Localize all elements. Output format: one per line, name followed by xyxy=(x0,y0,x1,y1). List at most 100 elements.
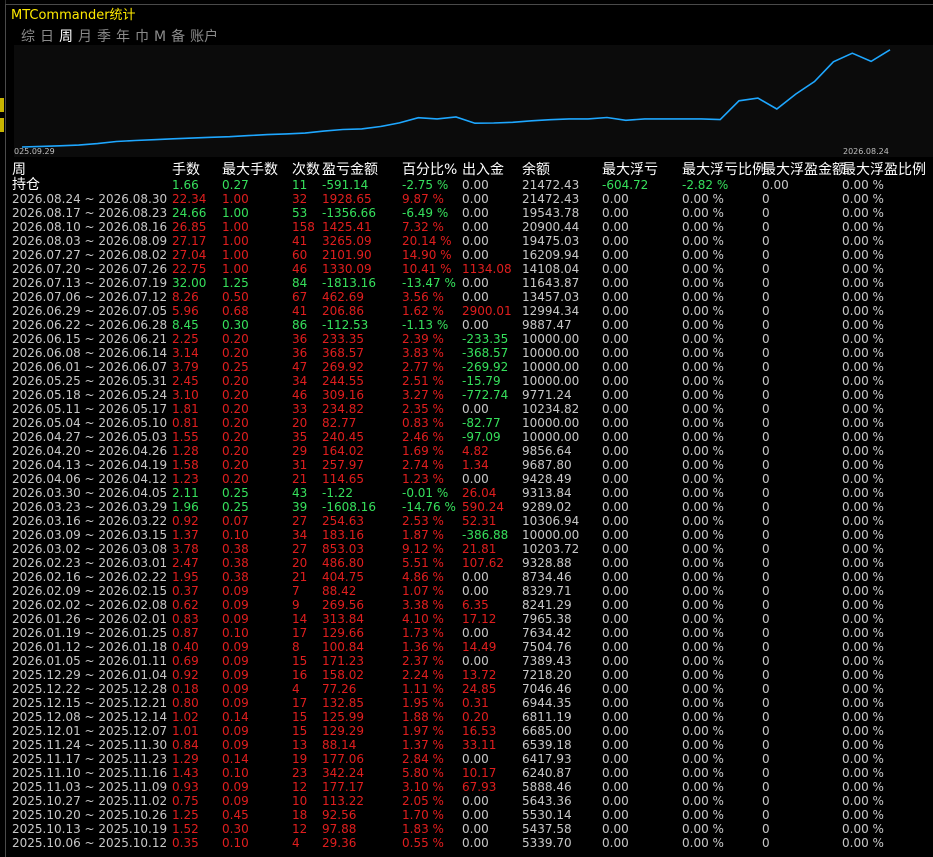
table-row[interactable]: 2026.03.02 ~ 2026.03.08 3.78 0.38 27 853.03 9… xyxy=(6,542,933,556)
table-row[interactable]: 2026.07.27 ~ 2026.08.02 27.04 1.00 60 2101.9… xyxy=(6,248,933,262)
max-float-loss-pct-cell: 0.00 % xyxy=(682,752,724,766)
max-float-profit-cell: 0 xyxy=(762,416,770,430)
table-row[interactable]: 2026.05.25 ~ 2026.05.31 2.45 0.20 34 244.55 2… xyxy=(6,374,933,388)
table-row[interactable]: 2026.02.09 ~ 2026.02.15 0.37 0.09 7 88.42 1.0… xyxy=(6,584,933,598)
table-row[interactable]: 2026.06.08 ~ 2026.06.14 3.14 0.20 36 368.57 3… xyxy=(6,346,933,360)
table-row[interactable]: 2026.06.22 ~ 2026.06.28 8.45 0.30 86 -112.53… xyxy=(6,318,933,332)
tab-2[interactable]: 周 xyxy=(59,27,73,47)
count-cell: 21 xyxy=(292,570,308,584)
max-lots-cell: 0.25 xyxy=(222,486,249,500)
table-row[interactable]: 2026.05.04 ~ 2026.05.10 0.81 0.20 20 82.77 0.… xyxy=(6,416,933,430)
lots-cell: 8.26 xyxy=(172,290,199,304)
table-row[interactable]: 2026.03.23 ~ 2026.03.29 1.96 0.25 39 -1608.1… xyxy=(6,500,933,514)
table-row[interactable]: 2026.04.20 ~ 2026.04.26 1.28 0.20 29 164.02 1… xyxy=(6,444,933,458)
table-row[interactable]: 2026.02.02 ~ 2026.02.08 0.62 0.09 9 269.56 3.… xyxy=(6,598,933,612)
tab-9[interactable]: 账户 xyxy=(190,27,218,47)
table-row[interactable]: 2026.05.18 ~ 2026.05.24 3.10 0.20 46 309.16 3… xyxy=(6,388,933,402)
table-row[interactable]: 2026.07.06 ~ 2026.07.12 8.26 0.50 67 462.69 3… xyxy=(6,290,933,304)
pct-cell: 1.70 % xyxy=(402,808,444,822)
table-row[interactable]: 2026.01.26 ~ 2026.02.01 0.83 0.09 14 313.84 4… xyxy=(6,612,933,626)
max-float-loss-pct-cell: 0.00 % xyxy=(682,682,724,696)
max-float-profit-pct-cell: 0.00 % xyxy=(842,738,884,752)
table-row[interactable]: 2025.10.06 ~ 2025.10.12 0.35 0.10 4 29.36 0.5… xyxy=(6,836,933,850)
flow-cell: 13.72 xyxy=(462,668,497,682)
table-row[interactable]: 2026.01.19 ~ 2026.01.25 0.87 0.10 17 129.66 1… xyxy=(6,626,933,640)
table-row[interactable]: 2026.02.16 ~ 2026.02.22 1.95 0.38 21 404.75 4… xyxy=(6,570,933,584)
table-row[interactable]: 2026.04.06 ~ 2026.04.12 1.23 0.20 21 114.65 1… xyxy=(6,472,933,486)
balance-cell: 7634.42 xyxy=(522,626,572,640)
max-float-profit-cell: 0 xyxy=(762,220,770,234)
flow-cell: -269.92 xyxy=(462,360,509,374)
table-row[interactable]: 2026.03.09 ~ 2026.03.15 1.37 0.10 34 183.16 1… xyxy=(6,528,933,542)
pnl-cell: -1608.16 xyxy=(322,500,376,514)
max-float-profit-pct-cell: 0.00 % xyxy=(842,290,884,304)
table-row[interactable]: 2026.04.13 ~ 2026.04.19 1.58 0.20 31 257.97 2… xyxy=(6,458,933,472)
flow-cell: 1134.08 xyxy=(462,262,512,276)
max-float-loss-cell: 0.00 xyxy=(602,752,629,766)
table-row[interactable]: 2026.01.05 ~ 2026.01.11 0.69 0.09 15 171.23 2… xyxy=(6,654,933,668)
table-row[interactable]: 2025.11.17 ~ 2025.11.23 1.29 0.14 19 177.06 2… xyxy=(6,752,933,766)
lots-cell: 24.66 xyxy=(172,206,207,220)
table-row[interactable]: 2026.08.17 ~ 2026.08.23 24.66 1.00 53 -1356.… xyxy=(6,206,933,220)
flow-cell: 0.00 xyxy=(462,822,489,836)
tab-6[interactable]: 巾 xyxy=(135,27,149,47)
tab-5[interactable]: 年 xyxy=(116,27,130,47)
pnl-cell: 113.22 xyxy=(322,794,364,808)
tab-7[interactable]: M xyxy=(154,27,166,47)
pct-cell: 4.10 % xyxy=(402,612,444,626)
tab-3[interactable]: 月 xyxy=(78,27,92,47)
count-cell: 12 xyxy=(292,780,308,794)
lots-cell: 1.58 xyxy=(172,458,199,472)
tab-0[interactable]: 综 xyxy=(21,27,35,47)
tab-1[interactable]: 日 xyxy=(40,27,54,47)
table-row[interactable]: 2026.03.16 ~ 2026.03.22 0.92 0.07 27 254.63 2… xyxy=(6,514,933,528)
max-float-loss-pct-cell: 0.00 % xyxy=(682,458,724,472)
table-row[interactable]: 2025.11.03 ~ 2025.11.09 0.93 0.09 12 177.17 3… xyxy=(6,780,933,794)
table-row[interactable]: 2025.12.15 ~ 2025.12.21 0.80 0.09 17 132.85 1… xyxy=(6,696,933,710)
pnl-cell: 486.80 xyxy=(322,556,364,570)
table-row[interactable]: 2025.10.27 ~ 2025.11.02 0.75 0.09 10 113.22 2… xyxy=(6,794,933,808)
table-row[interactable]: 2026.04.27 ~ 2026.05.03 1.55 0.20 35 240.45 2… xyxy=(6,430,933,444)
max-float-loss-cell: 0.00 xyxy=(602,304,629,318)
table-row[interactable]: 2026.06.29 ~ 2026.07.05 5.96 0.68 41 206.86 1… xyxy=(6,304,933,318)
period-cell: 2025.12.22 ~ 2025.12.28 xyxy=(12,682,168,696)
max-float-profit-cell: 0 xyxy=(762,346,770,360)
table-row[interactable]: 2026.08.03 ~ 2026.08.09 27.17 1.00 41 3265.0… xyxy=(6,234,933,248)
position-cell: 0.00 % xyxy=(842,178,884,192)
table-row[interactable]: 2026.06.15 ~ 2026.06.21 2.25 0.20 36 233.35 2… xyxy=(6,332,933,346)
balance-cell: 5888.46 xyxy=(522,780,572,794)
table-row[interactable]: 2026.07.20 ~ 2026.07.26 22.75 1.00 46 1330.0… xyxy=(6,262,933,276)
table-row[interactable]: 2025.10.20 ~ 2025.10.26 1.25 0.45 18 92.56 1.… xyxy=(6,808,933,822)
flow-cell: -386.88 xyxy=(462,528,509,542)
table-row[interactable]: 2026.06.01 ~ 2026.06.07 3.79 0.25 47 269.92 2… xyxy=(6,360,933,374)
column-header: 周 xyxy=(12,162,26,178)
table-row[interactable]: 2025.12.08 ~ 2025.12.14 1.02 0.14 15 125.99 1… xyxy=(6,710,933,724)
tab-4[interactable]: 季 xyxy=(97,27,111,47)
table-row[interactable]: 2025.11.24 ~ 2025.11.30 0.84 0.09 13 88.14 1.… xyxy=(6,738,933,752)
position-row[interactable]: 持仓 1.66 0.27 11 -591.14 -2.75 % 0.00 21472.43 -6… xyxy=(6,178,933,192)
period-cell: 2026.07.20 ~ 2026.07.26 xyxy=(12,262,168,276)
balance-cell: 5643.36 xyxy=(522,794,572,808)
table-row[interactable]: 2026.02.23 ~ 2026.03.01 2.47 0.38 20 486.80 5… xyxy=(6,556,933,570)
table-row[interactable]: 2026.08.10 ~ 2026.08.16 26.85 1.00 158 1425.… xyxy=(6,220,933,234)
table-row[interactable]: 2026.03.30 ~ 2026.04.05 2.11 0.25 43 -1.22 -0… xyxy=(6,486,933,500)
table-row[interactable]: 2026.08.24 ~ 2026.08.30 22.34 1.00 32 1928.6… xyxy=(6,192,933,206)
max-float-profit-cell: 0 xyxy=(762,668,770,682)
table-row[interactable]: 2025.12.29 ~ 2026.01.04 0.92 0.09 16 158.02 2… xyxy=(6,668,933,682)
pnl-cell: 269.92 xyxy=(322,360,364,374)
table-row[interactable]: 2025.11.10 ~ 2025.11.16 1.43 0.10 23 342.24 5… xyxy=(6,766,933,780)
table-row[interactable]: 2025.12.01 ~ 2025.12.07 1.01 0.09 15 129.29 1… xyxy=(6,724,933,738)
max-float-loss-pct-cell: 0.00 % xyxy=(682,290,724,304)
max-float-profit-pct-cell: 0.00 % xyxy=(842,360,884,374)
table-row[interactable]: 2026.01.12 ~ 2026.01.18 0.40 0.09 8 100.84 1.… xyxy=(6,640,933,654)
table-row[interactable]: 2025.12.22 ~ 2025.12.28 0.18 0.09 4 77.26 1.1… xyxy=(6,682,933,696)
pnl-cell: 125.99 xyxy=(322,710,364,724)
period-cell: 2025.11.10 ~ 2025.11.16 xyxy=(12,766,168,780)
max-lots-cell: 1.00 xyxy=(222,206,249,220)
count-cell: 39 xyxy=(292,500,308,514)
table-row[interactable]: 2026.07.13 ~ 2026.07.19 32.00 1.25 84 -1813.… xyxy=(6,276,933,290)
pct-cell: 2.39 % xyxy=(402,332,444,346)
table-row[interactable]: 2026.05.11 ~ 2026.05.17 1.81 0.20 33 234.82 2… xyxy=(6,402,933,416)
table-row[interactable]: 2025.10.13 ~ 2025.10.19 1.52 0.30 12 97.88 1.… xyxy=(6,822,933,836)
tab-8[interactable]: 备 xyxy=(171,27,185,47)
